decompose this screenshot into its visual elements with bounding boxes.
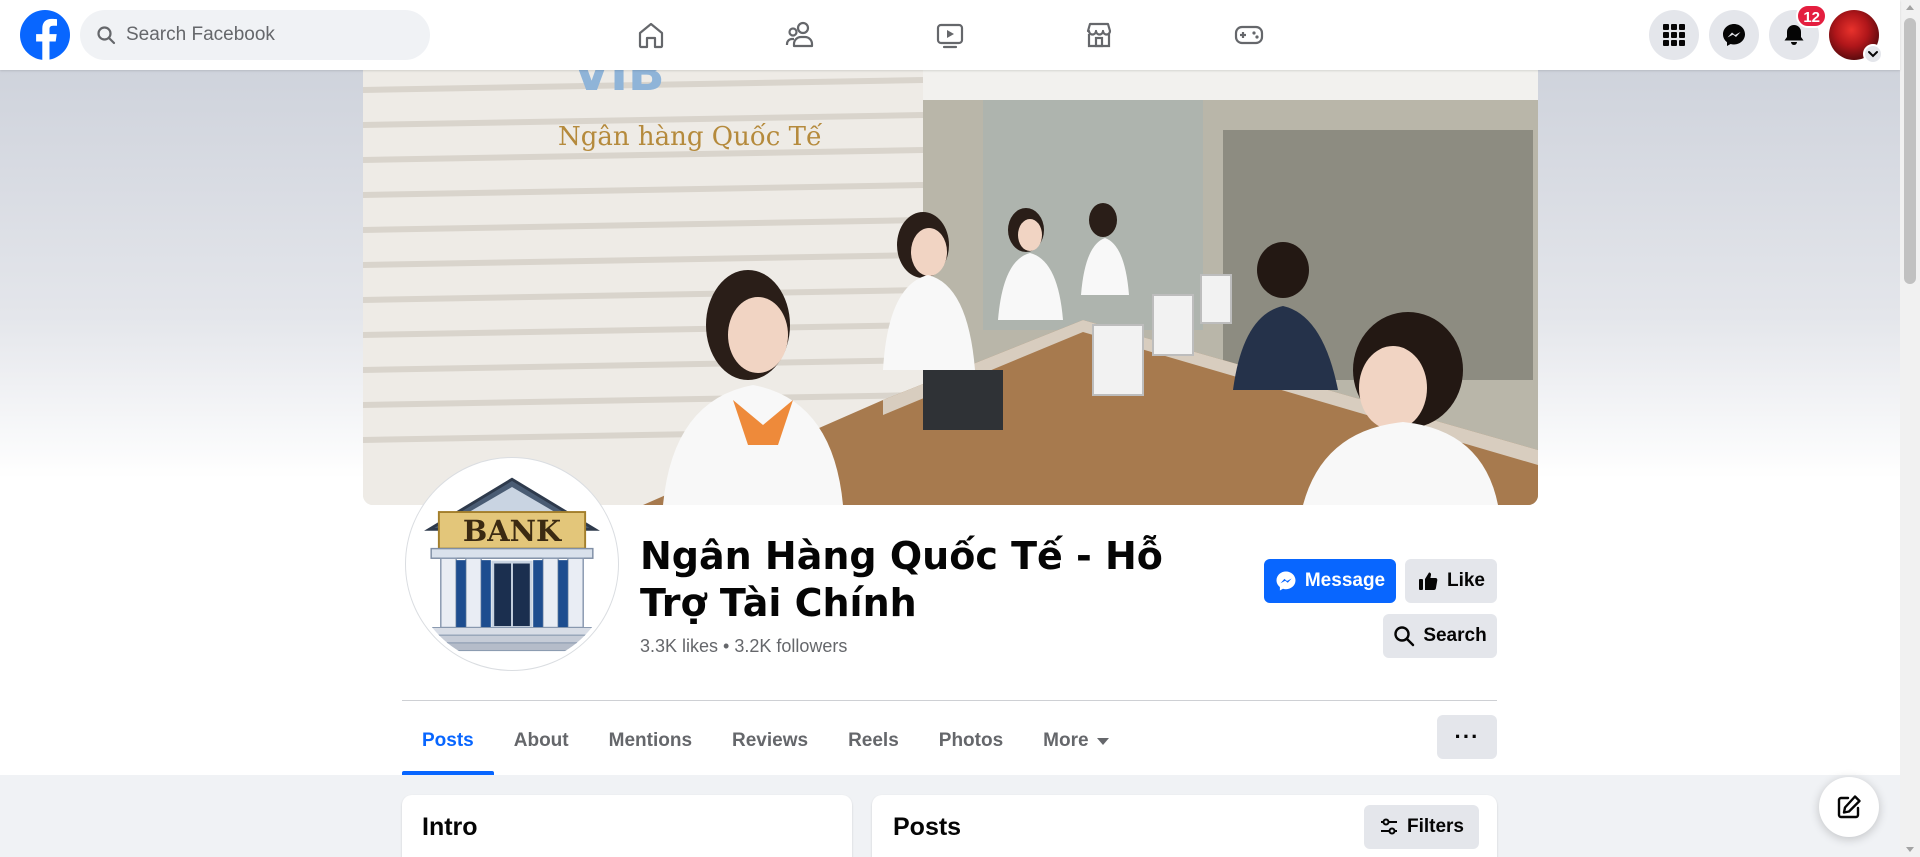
search-facebook-field[interactable] bbox=[80, 10, 430, 60]
tab-photos[interactable]: Photos bbox=[919, 707, 1023, 775]
filters-icon bbox=[1380, 818, 1397, 835]
grid-menu-icon bbox=[1663, 24, 1685, 46]
caret-down-icon bbox=[1096, 737, 1109, 745]
marketplace-icon bbox=[1086, 22, 1112, 48]
intro-card-title: Intro bbox=[422, 813, 478, 841]
page-tabs: Posts About Mentions Reviews Reels Photo… bbox=[402, 707, 1129, 775]
cover-photo[interactable]: Ngân hàng Quốc Tế VIB bbox=[363, 70, 1538, 505]
search-icon bbox=[1394, 626, 1415, 647]
friends-icon bbox=[785, 21, 814, 48]
tab-label: Posts bbox=[422, 730, 474, 751]
nav-video[interactable] bbox=[900, 10, 1000, 60]
posts-card: Posts Filters bbox=[872, 795, 1497, 857]
search-input[interactable] bbox=[126, 24, 406, 46]
thumbs-up-icon bbox=[1418, 572, 1438, 590]
messenger-icon bbox=[1723, 24, 1745, 46]
video-icon bbox=[936, 23, 964, 49]
tab-reels[interactable]: Reels bbox=[828, 707, 919, 775]
gaming-icon bbox=[1234, 25, 1264, 45]
filters-label: Filters bbox=[1406, 816, 1464, 837]
search-icon bbox=[97, 26, 116, 45]
header-divider bbox=[402, 700, 1497, 701]
tab-posts[interactable]: Posts bbox=[402, 707, 494, 775]
menu-button[interactable] bbox=[1649, 10, 1699, 60]
cover-sign-text: Ngân hàng Quốc Tế bbox=[558, 122, 823, 152]
tab-mentions[interactable]: Mentions bbox=[589, 707, 712, 775]
tab-label: About bbox=[513, 730, 569, 751]
cover-brand-text: VIB bbox=[573, 70, 665, 102]
messenger-icon bbox=[1276, 571, 1296, 591]
tab-label: Photos bbox=[938, 730, 1004, 751]
messenger-button[interactable] bbox=[1709, 10, 1759, 60]
nav-friends[interactable] bbox=[750, 10, 850, 60]
page-scrollbar[interactable] bbox=[1900, 0, 1920, 857]
message-button-label: Message bbox=[1304, 570, 1386, 591]
notifications-button[interactable]: 12 bbox=[1769, 4, 1827, 60]
intro-card: Intro bbox=[402, 795, 852, 857]
notification-count-badge: 12 bbox=[1796, 4, 1827, 28]
tab-label: Reels bbox=[848, 730, 899, 751]
tab-reviews[interactable]: Reviews bbox=[712, 707, 828, 775]
scrollbar-thumb[interactable] bbox=[1904, 18, 1916, 284]
page-stats[interactable]: 3.3K likes • 3.2K followers bbox=[640, 636, 847, 657]
page-title: Ngân Hàng Quốc Tế - Hỗ Trợ Tài Chính bbox=[640, 534, 1163, 625]
account-avatar[interactable] bbox=[1829, 10, 1883, 64]
tab-about[interactable]: About bbox=[494, 707, 589, 775]
like-button-label: Like bbox=[1446, 570, 1486, 591]
nav-home[interactable] bbox=[601, 10, 701, 60]
facebook-logo-icon[interactable] bbox=[20, 10, 70, 60]
filters-button[interactable]: Filters bbox=[1363, 805, 1479, 849]
new-message-button[interactable] bbox=[1819, 777, 1879, 837]
search-button-label: Search bbox=[1423, 625, 1487, 646]
bank-logo-text: BANK bbox=[463, 514, 562, 548]
tab-label: Reviews bbox=[732, 730, 809, 751]
tab-more[interactable]: More bbox=[1023, 707, 1128, 775]
chevron-down-icon[interactable] bbox=[1863, 44, 1883, 64]
posts-card-title: Posts bbox=[893, 813, 962, 841]
top-navigation-bar: 12 bbox=[0, 0, 1900, 70]
nav-gaming[interactable] bbox=[1199, 10, 1299, 60]
tab-label: More bbox=[1043, 730, 1089, 751]
nav-marketplace[interactable] bbox=[1049, 10, 1149, 60]
profile-picture[interactable]: BANK bbox=[406, 458, 618, 670]
compose-icon bbox=[1837, 795, 1861, 819]
tab-label: Mentions bbox=[608, 730, 693, 751]
search-page-button[interactable]: Search bbox=[1383, 614, 1497, 658]
more-options-button[interactable]: ··· bbox=[1437, 715, 1497, 759]
home-icon bbox=[638, 22, 664, 49]
scroll-down-arrow-icon[interactable] bbox=[1906, 847, 1914, 852]
message-button[interactable]: Message bbox=[1264, 559, 1396, 603]
scroll-up-arrow-icon[interactable] bbox=[1906, 5, 1914, 10]
like-button[interactable]: Like bbox=[1405, 559, 1497, 603]
